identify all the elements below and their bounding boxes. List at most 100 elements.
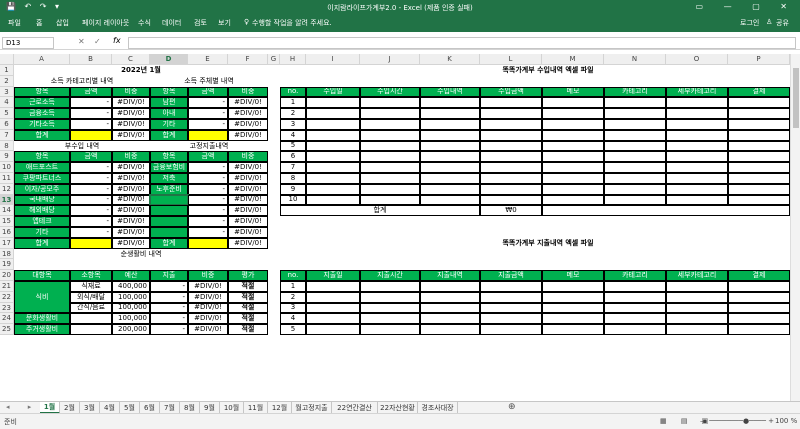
- column-header-i[interactable]: I: [306, 54, 360, 65]
- eval-cell[interactable]: 적절: [228, 324, 268, 335]
- expense-row-cell[interactable]: [420, 313, 480, 325]
- zoom-level[interactable]: 100 %: [775, 417, 797, 425]
- row-header[interactable]: 12: [0, 183, 14, 195]
- income-row-cell[interactable]: [728, 151, 790, 163]
- tab-review[interactable]: 검토: [194, 18, 207, 28]
- expense-row-cell[interactable]: [728, 313, 790, 325]
- header-cell[interactable]: 항목: [150, 151, 188, 163]
- income-row-cell[interactable]: [480, 162, 542, 173]
- income-row-cell[interactable]: 7: [280, 162, 306, 173]
- income-header-cell[interactable]: 수입일: [306, 86, 360, 98]
- income-row-cell[interactable]: [542, 119, 604, 130]
- ratio-cell[interactable]: #DIV/0!: [228, 205, 268, 217]
- expense-row-cell[interactable]: [666, 291, 728, 303]
- row-header[interactable]: 2: [0, 75, 14, 87]
- income-row-cell[interactable]: [604, 108, 666, 119]
- side-income-label[interactable]: 기타: [14, 227, 70, 238]
- row-header[interactable]: 20: [0, 270, 14, 281]
- owner-item-label[interactable]: 기타: [150, 119, 188, 130]
- budget-cell[interactable]: 200,000: [112, 324, 150, 335]
- budget-cell[interactable]: 400,000: [112, 281, 150, 292]
- income-header-cell[interactable]: 수입내역: [420, 86, 480, 98]
- header-cell[interactable]: 항목: [150, 86, 188, 98]
- ratio-cell[interactable]: #DIV/0!: [112, 97, 150, 109]
- income-row-cell[interactable]: 5: [280, 140, 306, 152]
- side-income-label[interactable]: 이자/공모주: [14, 183, 70, 195]
- income-row-cell[interactable]: [604, 183, 666, 195]
- formula-input[interactable]: [128, 37, 796, 49]
- income-item-label[interactable]: 근로소득: [14, 97, 70, 109]
- income-row-cell[interactable]: [542, 194, 604, 206]
- expense-row-cell[interactable]: 3: [280, 302, 306, 314]
- eval-cell[interactable]: 적절: [228, 291, 268, 303]
- ratio-cell[interactable]: #DIV/0!: [228, 108, 268, 119]
- income-row-cell[interactable]: [420, 119, 480, 130]
- income-row-cell[interactable]: [360, 194, 420, 206]
- income-row-cell[interactable]: 3: [280, 119, 306, 130]
- expense-row-cell[interactable]: [360, 302, 420, 314]
- income-row-cell[interactable]: [480, 173, 542, 184]
- row-header[interactable]: 1: [0, 65, 14, 76]
- income-row-cell[interactable]: [728, 129, 790, 141]
- amount-cell[interactable]: [70, 129, 112, 141]
- income-row-cell[interactable]: 4: [280, 129, 306, 141]
- tell-me-box[interactable]: 수행할 작업을 알려 주세요.: [252, 18, 332, 28]
- expense-row-cell[interactable]: [728, 302, 790, 314]
- ratio-cell[interactable]: #DIV/0!: [112, 216, 150, 227]
- expense-row-cell[interactable]: [604, 313, 666, 325]
- income-row-cell[interactable]: 1: [280, 97, 306, 109]
- expense-row-cell[interactable]: [306, 281, 360, 292]
- amount-cell[interactable]: [70, 237, 112, 249]
- income-row-cell[interactable]: [666, 97, 728, 109]
- header-cell[interactable]: 비중: [112, 151, 150, 163]
- tab-data[interactable]: 데이터: [162, 18, 181, 28]
- income-row-cell[interactable]: [360, 129, 420, 141]
- expense-row-cell[interactable]: 2: [280, 291, 306, 303]
- expense-row-cell[interactable]: [306, 324, 360, 335]
- fixed-item-label[interactable]: [150, 216, 188, 227]
- income-row-cell[interactable]: [360, 119, 420, 130]
- tab-formulas[interactable]: 수식: [138, 18, 151, 28]
- fixed-item-label[interactable]: [150, 205, 188, 217]
- ratio-cell[interactable]: #DIV/0!: [228, 183, 268, 195]
- add-sheet-icon[interactable]: ⊕: [508, 402, 516, 412]
- column-header-o[interactable]: O: [666, 54, 728, 65]
- header-cell[interactable]: 금액: [70, 86, 112, 98]
- window-controls[interactable]: ▭ — ▢ ✕: [696, 2, 796, 11]
- expense-row-cell[interactable]: [306, 302, 360, 314]
- income-header-cell[interactable]: 세부카테고리: [666, 86, 728, 98]
- expense-row-cell[interactable]: [728, 291, 790, 303]
- income-row-cell[interactable]: [604, 129, 666, 141]
- income-row-cell[interactable]: [604, 194, 666, 206]
- expense-row-cell[interactable]: [420, 291, 480, 303]
- ratio-cell[interactable]: #DIV/0!: [188, 302, 228, 314]
- income-row-cell[interactable]: [480, 151, 542, 163]
- column-header-d[interactable]: D: [150, 54, 188, 65]
- income-row-cell[interactable]: [306, 108, 360, 119]
- income-row-cell[interactable]: [666, 151, 728, 163]
- eval-cell[interactable]: 적절: [228, 302, 268, 314]
- fixed-item-label[interactable]: [150, 227, 188, 238]
- name-box[interactable]: D13: [2, 37, 54, 49]
- amount-cell[interactable]: -: [188, 108, 228, 119]
- expense-row-cell[interactable]: [542, 324, 604, 335]
- income-row-cell[interactable]: [666, 162, 728, 173]
- expense-row-cell[interactable]: [420, 281, 480, 292]
- income-header-cell[interactable]: 수입시간: [360, 86, 420, 98]
- income-row-cell[interactable]: [480, 140, 542, 152]
- ratio-cell[interactable]: #DIV/0!: [112, 173, 150, 184]
- amount-cell[interactable]: -: [188, 183, 228, 195]
- column-header-f[interactable]: F: [228, 54, 268, 65]
- row-header[interactable]: 10: [0, 162, 14, 173]
- income-row-cell[interactable]: [306, 162, 360, 173]
- expense-header-cell[interactable]: 카테고리: [604, 270, 666, 281]
- income-total-blank[interactable]: [542, 205, 790, 217]
- expense-row-cell[interactable]: [420, 324, 480, 335]
- income-row-cell[interactable]: [728, 97, 790, 109]
- expense-row-cell[interactable]: [480, 324, 542, 335]
- ratio-cell[interactable]: #DIV/0!: [112, 183, 150, 195]
- living-small-label[interactable]: [70, 324, 112, 335]
- income-row-cell[interactable]: 9: [280, 183, 306, 195]
- ratio-cell[interactable]: #DIV/0!: [228, 173, 268, 184]
- expense-row-cell[interactable]: [360, 324, 420, 335]
